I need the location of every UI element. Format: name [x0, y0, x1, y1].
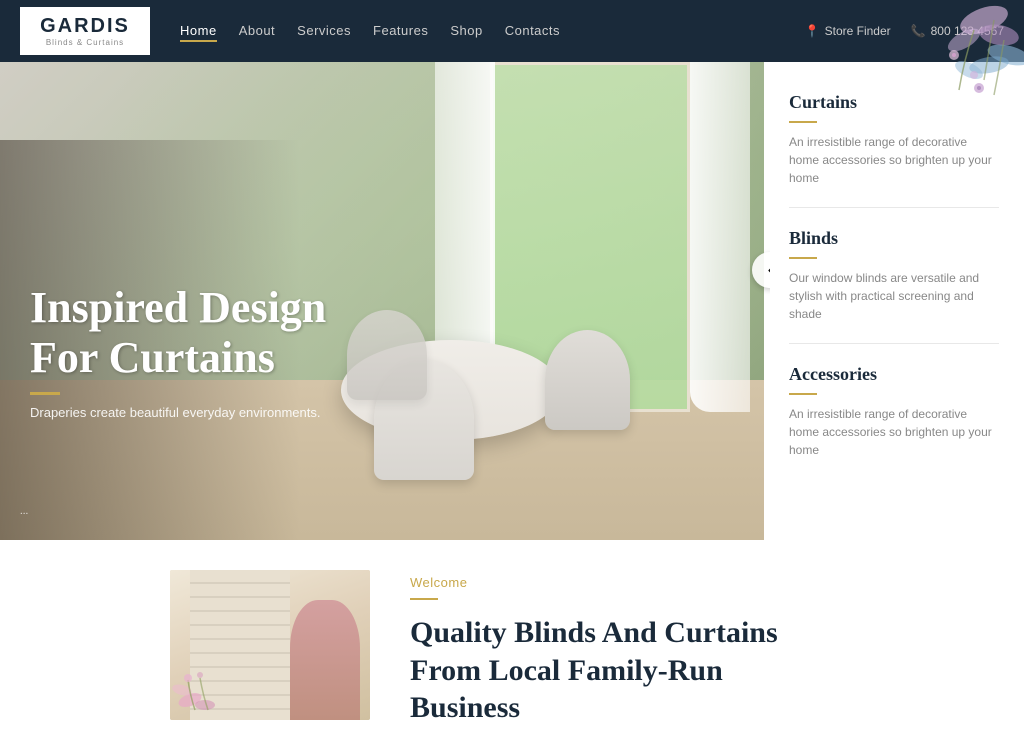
sidebar-curtains: Curtains An irresistible range of decora… — [789, 92, 999, 208]
nav-right: 📍 Store Finder 📞 800 123 4567 — [805, 24, 1004, 38]
welcome-title: Quality Blinds And CurtainsFrom Local Fa… — [410, 614, 1024, 727]
nav-links: Home About Services Features Shop Contac… — [180, 22, 805, 40]
phone-icon: 📞 — [911, 24, 926, 38]
location-icon: 📍 — [805, 24, 820, 38]
nav-item-about[interactable]: About — [239, 22, 275, 40]
welcome-label: Welcome — [410, 575, 1024, 590]
nav-item-features[interactable]: Features — [373, 22, 428, 40]
sidebar-blinds-title: Blinds — [789, 228, 999, 249]
welcome-text: Welcome Quality Blinds And CurtainsFrom … — [410, 570, 1024, 727]
bottom-section: Welcome Quality Blinds And CurtainsFrom … — [0, 540, 1024, 745]
sidebar-accessories-bar — [789, 393, 817, 395]
sidebar-curtains-desc: An irresistible range of decorative home… — [789, 133, 999, 187]
hero-curtain-right — [690, 62, 750, 412]
sidebar-blinds: Blinds Our window blinds are versatile a… — [789, 228, 999, 344]
hero-dots-icon: ∙∙∙ — [20, 508, 28, 520]
brand-sub: Blinds & Curtains — [46, 38, 124, 47]
sidebar-accessories-title: Accessories — [789, 364, 999, 385]
hero-chair-back — [347, 310, 427, 400]
hero-chair-right — [545, 330, 630, 430]
nav-item-shop[interactable]: Shop — [450, 22, 482, 40]
store-finder-link[interactable]: 📍 Store Finder — [805, 24, 891, 38]
sidebar-accessories: Accessories An irresistible range of dec… — [789, 364, 999, 479]
sidebar-curtains-bar — [789, 121, 817, 123]
hero-subtitle: Draperies create beautiful everyday envi… — [30, 405, 326, 420]
sidebar-blinds-desc: Our window blinds are versatile and styl… — [789, 269, 999, 323]
sidebar-curtains-title: Curtains — [789, 92, 999, 113]
logo[interactable]: GARDIS Blinds & Curtains — [20, 7, 150, 55]
arrow-left-icon: ‹ — [767, 261, 770, 279]
phone-number: 📞 800 123 4567 — [911, 24, 1004, 38]
welcome-gold-bar — [410, 598, 438, 600]
hero-title: Inspired DesignFor Curtains — [30, 283, 326, 384]
brand-name: GARDIS — [40, 15, 130, 38]
hero-text: Inspired DesignFor Curtains Draperies cr… — [30, 283, 326, 420]
sidebar-accessories-desc: An irresistible range of decorative home… — [789, 405, 999, 459]
sidebar-blinds-bar — [789, 257, 817, 259]
nav-item-services[interactable]: Services — [297, 22, 351, 40]
nav-item-contacts[interactable]: Contacts — [505, 22, 560, 40]
welcome-img-person — [290, 600, 360, 720]
nav-item-home[interactable]: Home — [180, 22, 217, 40]
welcome-image — [170, 570, 370, 720]
sidebar-panel: Curtains An irresistible range of decora… — [764, 62, 1024, 540]
navbar: GARDIS Blinds & Curtains Home About Serv… — [0, 0, 1024, 62]
hero-dots: ∙∙∙ — [20, 508, 28, 520]
welcome-img-flowers — [170, 640, 250, 720]
hero-gold-divider — [30, 392, 60, 395]
hero-section: Inspired DesignFor Curtains Draperies cr… — [0, 0, 770, 540]
